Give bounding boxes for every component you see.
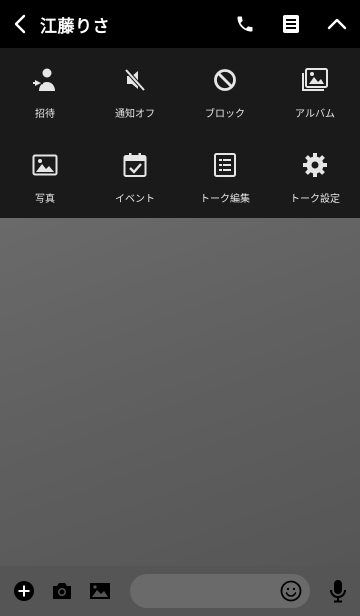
menu-item-chat-settings[interactable]: トーク設定 (270, 133, 360, 218)
menu-row: 写真 イベント トーク編集 トーク設定 (0, 133, 360, 218)
add-button[interactable] (5, 566, 43, 616)
menu-label: トーク編集 (200, 194, 250, 205)
menu-item-block[interactable]: ブロック (180, 48, 270, 133)
chevron-left-icon (14, 14, 26, 34)
menu-item-invite[interactable]: 招待 (0, 48, 90, 133)
camera-icon (53, 583, 71, 599)
menu-row: 招待 通知オフ ブロック アルバム (0, 48, 360, 133)
microphone-icon (330, 580, 346, 603)
plus-circle-icon (14, 581, 34, 601)
microphone-button[interactable] (320, 566, 356, 616)
back-button[interactable] (0, 0, 40, 48)
menu-label: トーク設定 (290, 194, 340, 205)
phone-icon (237, 16, 253, 32)
menu-label: 招待 (35, 109, 55, 120)
chat-message-area[interactable] (0, 218, 360, 566)
emoji-button[interactable] (278, 578, 304, 604)
chat-menu-panel: 招待 通知オフ ブロック アルバム 写真 イベント トーク編集 トーク設定 (0, 48, 360, 218)
invite-icon (33, 68, 55, 91)
menu-item-mute[interactable]: 通知オフ (90, 48, 180, 133)
menu-label: アルバム (295, 109, 335, 120)
image-icon (90, 583, 110, 599)
message-input[interactable] (130, 574, 280, 608)
event-icon (123, 153, 147, 177)
chat-header: 江藤りさ (0, 0, 360, 48)
mute-icon (124, 68, 146, 92)
settings-icon (303, 153, 327, 177)
emoji-icon (280, 580, 302, 602)
menu-label: 写真 (35, 194, 55, 205)
notes-icon (283, 15, 299, 33)
collapse-menu-button[interactable] (314, 0, 360, 48)
menu-label: イベント (115, 194, 155, 205)
notes-button[interactable] (268, 0, 314, 48)
menu-item-edit-chat[interactable]: トーク編集 (180, 133, 270, 218)
chat-title: 江藤りさ (40, 16, 110, 37)
menu-item-event[interactable]: イベント (90, 133, 180, 218)
menu-item-album[interactable]: アルバム (270, 48, 360, 133)
image-button[interactable] (81, 566, 119, 616)
block-icon (214, 69, 236, 91)
message-field[interactable] (130, 574, 310, 608)
menu-item-photo[interactable]: 写真 (0, 133, 90, 218)
album-icon (302, 68, 328, 91)
menu-label: ブロック (205, 109, 245, 120)
edit-chat-icon (214, 153, 236, 177)
menu-label: 通知オフ (115, 109, 155, 120)
photo-icon (32, 154, 58, 176)
chevron-up-icon (327, 18, 347, 30)
call-button[interactable] (222, 0, 268, 48)
camera-button[interactable] (43, 566, 81, 616)
